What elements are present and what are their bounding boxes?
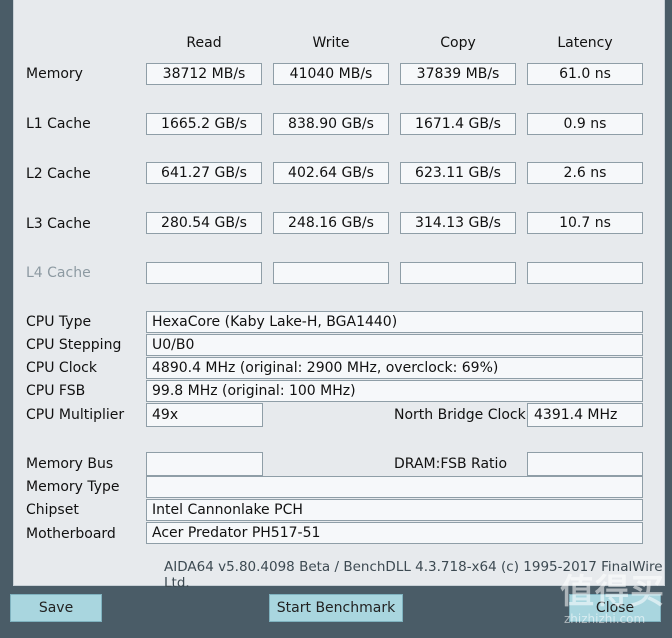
cpu-fsb-value: 99.8 MHz (original: 100 MHz)	[146, 380, 643, 402]
memory-copy-value: 37839 MB/s	[400, 63, 516, 85]
memory-read-value: 38712 MB/s	[146, 63, 262, 85]
benchmark-window: Read Write Copy Latency Memory 38712 MB/…	[0, 0, 672, 638]
l3-write-value: 248.16 GB/s	[273, 212, 389, 234]
cpu-clock-value: 4890.4 MHz (original: 2900 MHz, overcloc…	[146, 357, 643, 379]
l1-write-value: 838.90 GB/s	[273, 113, 389, 135]
l1-read-value: 1665.2 GB/s	[146, 113, 262, 135]
l2-latency-value: 2.6 ns	[527, 162, 643, 184]
watermark-text: 值得买	[560, 572, 665, 612]
memory-bus-value	[146, 452, 263, 476]
row-label-l3-cache: L3 Cache	[26, 216, 91, 232]
column-header-copy: Copy	[440, 35, 476, 51]
row-label-memory: Memory	[26, 66, 83, 82]
cpu-stepping-label: CPU Stepping	[26, 337, 122, 353]
row-label-l2-cache: L2 Cache	[26, 166, 91, 182]
motherboard-value: Acer Predator PH517-51	[146, 522, 643, 544]
l2-read-value: 641.27 GB/s	[146, 162, 262, 184]
l4-latency-value	[527, 262, 643, 284]
memory-write-value: 41040 MB/s	[273, 63, 389, 85]
cpu-clock-label: CPU Clock	[26, 360, 97, 376]
save-button[interactable]: Save	[10, 594, 102, 622]
memory-latency-value: 61.0 ns	[527, 63, 643, 85]
cpu-multiplier-value: 49x	[146, 403, 263, 427]
l1-copy-value: 1671.4 GB/s	[400, 113, 516, 135]
l3-read-value: 280.54 GB/s	[146, 212, 262, 234]
column-header-latency: Latency	[557, 35, 613, 51]
l1-latency-value: 0.9 ns	[527, 113, 643, 135]
chipset-value: Intel Cannonlake PCH	[146, 499, 643, 521]
north-bridge-clock-label: North Bridge Clock	[394, 407, 526, 423]
l2-write-value: 402.64 GB/s	[273, 162, 389, 184]
watermark-url: zhizhizhi.com	[564, 612, 646, 626]
l4-write-value	[273, 262, 389, 284]
memory-type-value	[146, 476, 643, 498]
row-label-l1-cache: L1 Cache	[26, 116, 91, 132]
dram-fsb-ratio-label: DRAM:FSB Ratio	[394, 456, 508, 472]
north-bridge-clock-value: 4391.4 MHz	[527, 403, 643, 427]
cpu-fsb-label: CPU FSB	[26, 383, 86, 399]
column-header-read: Read	[186, 35, 222, 51]
l3-latency-value: 10.7 ns	[527, 212, 643, 234]
cpu-type-value: HexaCore (Kaby Lake-H, BGA1440)	[146, 311, 643, 333]
memory-type-label: Memory Type	[26, 479, 120, 495]
cpu-type-label: CPU Type	[26, 314, 92, 330]
motherboard-label: Motherboard	[26, 526, 116, 542]
watermark-logo: 值得买 zhizhizhi.com	[560, 572, 672, 638]
l4-copy-value	[400, 262, 516, 284]
l2-copy-value: 623.11 GB/s	[400, 162, 516, 184]
memory-bus-label: Memory Bus	[26, 456, 114, 472]
l4-read-value	[146, 262, 262, 284]
row-label-l4-cache: L4 Cache	[26, 265, 91, 281]
start-benchmark-button[interactable]: Start Benchmark	[269, 594, 403, 622]
column-header-write: Write	[312, 35, 350, 51]
dram-fsb-ratio-value	[527, 452, 643, 476]
chipset-label: Chipset	[26, 502, 79, 518]
l3-copy-value: 314.13 GB/s	[400, 212, 516, 234]
cpu-stepping-value: U0/B0	[146, 334, 643, 356]
cpu-multiplier-label: CPU Multiplier	[26, 407, 125, 423]
